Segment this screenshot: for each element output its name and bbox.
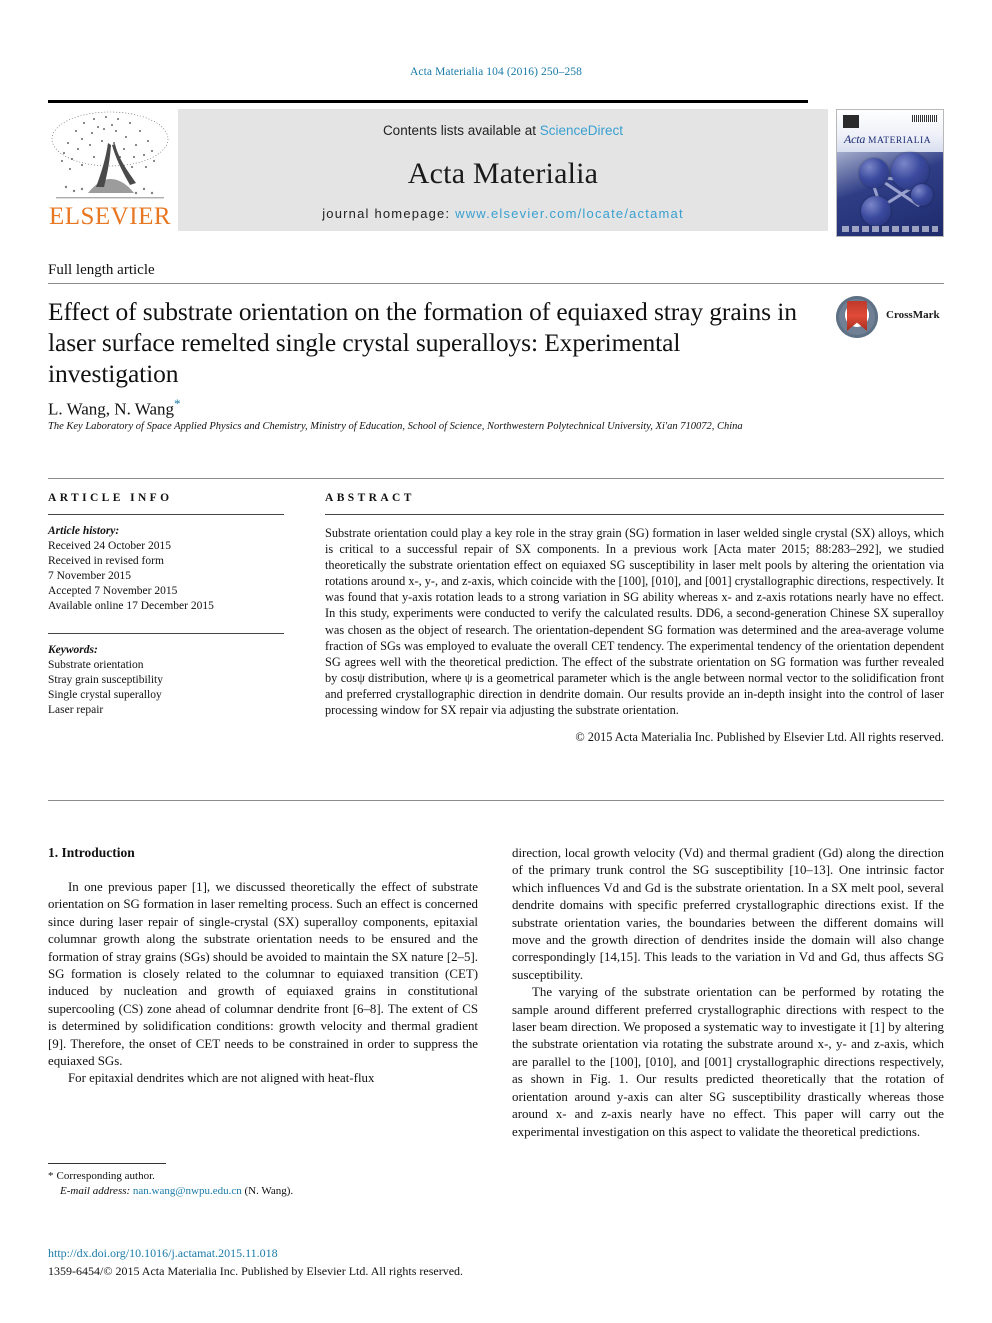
journal-homepage-line: journal homepage: www.elsevier.com/locat…: [178, 206, 828, 221]
section-heading-introduction: 1. Introduction: [48, 845, 135, 860]
journal-cover-thumbnail: Acta MATERIALIA: [836, 109, 944, 237]
keyword-item: Single crystal superalloy: [48, 689, 162, 701]
paragraph: For epitaxial dendrites which are not al…: [68, 1071, 375, 1086]
body-column-right: direction, local growth velocity (Vd) an…: [512, 845, 944, 1141]
keywords-group: Keywords: Substrate orientation Stray gr…: [48, 643, 284, 718]
corresponding-author-note: * Corresponding author.: [48, 1169, 478, 1184]
article-type-rule: [48, 283, 944, 284]
paragraph: In one previous paper [1], we discussed …: [48, 880, 478, 1069]
paper-page: Acta Materialia 104 (2016) 250–258 ELSEV…: [0, 0, 992, 1323]
corresponding-author-marker: *: [174, 396, 181, 411]
history-item: Accepted 7 November 2015: [48, 585, 178, 597]
keyword-item: Stray grain susceptibility: [48, 674, 163, 686]
cover-node-3: [911, 184, 933, 206]
article-info-heading: ARTICLE INFO: [48, 492, 173, 504]
journal-homepage-label: journal homepage:: [322, 206, 456, 221]
footnote-block: * Corresponding author. E-mail address: n…: [48, 1169, 478, 1199]
masthead-top-rule: [48, 100, 808, 103]
cover-elsevier-mini-logo: [843, 115, 859, 128]
cover-name-caps: MATERIALIA: [868, 136, 932, 146]
sciencedirect-link[interactable]: ScienceDirect: [540, 123, 623, 138]
corresponding-author-text: Corresponding author.: [56, 1170, 155, 1182]
cover-node-1: [859, 158, 889, 188]
cover-name-italic: Acta: [844, 132, 866, 146]
abstract-heading: ABSTRACT: [325, 492, 415, 504]
info-band-bottom-rule: [48, 800, 944, 801]
doi-block: http://dx.doi.org/10.1016/j.actamat.2015…: [48, 1246, 648, 1279]
history-item: Received 24 October 2015: [48, 540, 171, 552]
footnote-rule: [48, 1163, 166, 1164]
crossmark-bookmark-shape: [847, 301, 867, 331]
sciencedirect-banner: Contents lists available at ScienceDirec…: [178, 109, 828, 231]
running-head: Acta Materialia 104 (2016) 250–258: [409, 66, 583, 78]
abstract-rule: [325, 514, 944, 515]
elsevier-logo: ELSEVIER: [48, 109, 172, 231]
elsevier-wordmark: ELSEVIER: [48, 203, 172, 230]
cover-journal-name: Acta MATERIALIA: [844, 132, 931, 147]
contents-lists-prefix: Contents lists available at: [382, 123, 540, 138]
cover-footer-strip: [842, 226, 938, 232]
keyword-item: Laser repair: [48, 704, 104, 716]
journal-homepage-link[interactable]: www.elsevier.com/locate/actamat: [455, 206, 684, 221]
crossmark-label: CrossMark: [886, 309, 940, 321]
history-item: 7 November 2015: [48, 570, 132, 582]
elsevier-tree-icon: [48, 109, 172, 205]
email-suffix: (N. Wang).: [244, 1185, 294, 1197]
issn-copyright-line: 1359-6454/© 2015 Acta Materialia Inc. Pu…: [48, 1264, 464, 1278]
abstract-text: Substrate orientation could play a key r…: [325, 526, 944, 718]
cover-barcode-icon: [912, 115, 938, 122]
keyword-item: Substrate orientation: [48, 659, 144, 671]
abstract-column: ABSTRACT Substrate orientation could pla…: [325, 492, 944, 745]
doi-link[interactable]: http://dx.doi.org/10.1016/j.actamat.2015…: [48, 1246, 648, 1261]
affiliation: The Key Laboratory of Space Applied Phys…: [48, 421, 743, 432]
paragraph: direction, local growth velocity (Vd) an…: [512, 846, 944, 982]
crossmark-icon: [836, 296, 878, 338]
article-info-rule: [48, 514, 284, 515]
paragraph: The varying of the substrate orientation…: [512, 985, 944, 1139]
email-link[interactable]: nan.wang@nwpu.edu.cn: [133, 1185, 242, 1197]
keywords-label: Keywords:: [48, 644, 98, 656]
contents-lists-line: Contents lists available at ScienceDirec…: [178, 123, 828, 138]
author-names: L. Wang, N. Wang: [48, 399, 175, 419]
journal-masthead: ELSEVIER Contents lists available at Sci…: [48, 100, 944, 237]
history-item: Received in revised form: [48, 555, 164, 567]
email-note: E-mail address: nan.wang@nwpu.edu.cn (N.…: [48, 1184, 478, 1199]
author-list: L. Wang, N. Wang*: [48, 396, 181, 420]
crossmark-badge-group[interactable]: CrossMark: [836, 296, 946, 340]
body-column-left: 1. Introduction In one previous paper [1…: [48, 845, 478, 1088]
journal-title: Acta Materialia: [407, 157, 599, 190]
article-history-label: Article history:: [48, 525, 120, 537]
history-item: Available online 17 December 2015: [48, 600, 214, 612]
abstract-copyright: © 2015 Acta Materialia Inc. Published by…: [575, 730, 944, 745]
page-title: Effect of substrate orientation on the f…: [48, 297, 797, 388]
keywords-rule: [48, 633, 284, 634]
article-info-column: ARTICLE INFO Article history: Received 2…: [48, 492, 284, 718]
article-type-label: Full length article: [48, 262, 155, 278]
info-band-top-rule: [48, 478, 944, 479]
email-label: E-mail address:: [60, 1185, 131, 1197]
footnote-marker: *: [48, 1170, 54, 1182]
cover-node-4: [861, 196, 891, 226]
article-history-group: Article history: Received 24 October 201…: [48, 524, 284, 614]
